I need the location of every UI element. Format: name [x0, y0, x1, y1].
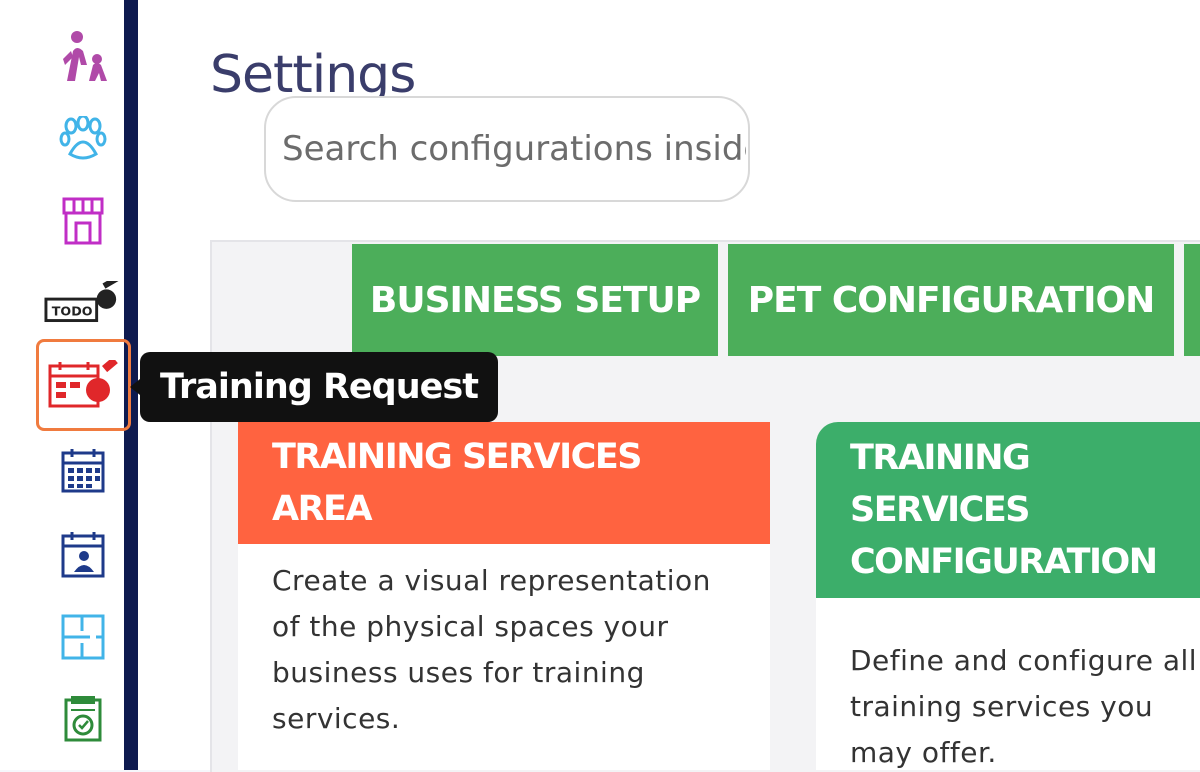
- card-title: TRAINING SERVICES CONFIGURATION: [816, 422, 1200, 598]
- calendar-user-icon[interactable]: [44, 528, 122, 582]
- whistle-todo-icon[interactable]: TODO: [44, 276, 122, 330]
- card-description: Create a visual representation of the ph…: [272, 564, 711, 735]
- pets-people-icon[interactable]: [44, 30, 122, 84]
- card-training-services-area[interactable]: TRAINING SERVICES AREA Create a visual r…: [238, 422, 770, 770]
- paw-icon[interactable]: [44, 112, 122, 166]
- store-icon[interactable]: [44, 194, 122, 248]
- svg-text:TODO: TODO: [52, 304, 93, 319]
- tab-business-setup[interactable]: BUSINESS SETUP: [352, 244, 718, 356]
- tooltip: Training Request: [130, 352, 498, 422]
- card-title: TRAINING SERVICES AREA: [238, 422, 770, 544]
- tab-pet-configuration[interactable]: PET CONFIGURATION: [728, 244, 1174, 356]
- card-training-services-configuration[interactable]: TRAINING SERVICES CONFIGURATION Define a…: [816, 422, 1200, 770]
- floorplan-icon[interactable]: [44, 610, 122, 664]
- tab-next[interactable]: [1184, 244, 1200, 356]
- search-box[interactable]: [264, 96, 750, 202]
- calendar-icon[interactable]: [44, 444, 122, 498]
- checklist-clock-icon[interactable]: [44, 692, 122, 746]
- search-input[interactable]: [280, 128, 748, 170]
- active-item-highlight: [36, 339, 131, 431]
- card-description: Define and configure all training servic…: [850, 644, 1198, 769]
